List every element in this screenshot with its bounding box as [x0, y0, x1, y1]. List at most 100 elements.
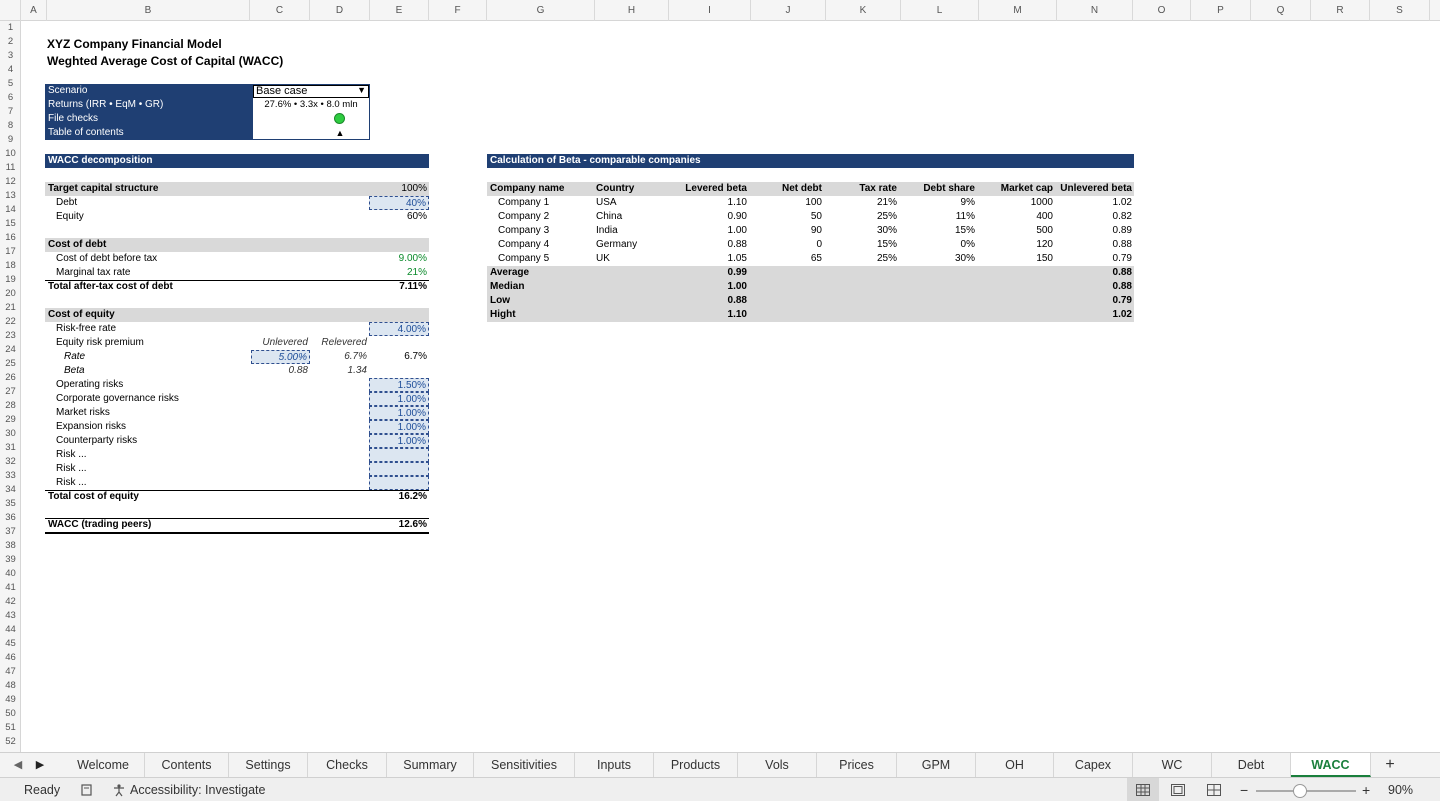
normal-view-icon[interactable] — [1127, 778, 1159, 801]
row-header-37[interactable]: 37 — [0, 525, 20, 539]
risk-input[interactable]: 1.00% — [369, 434, 429, 448]
column-header-d[interactable]: D — [310, 0, 370, 21]
scenario-dropdown[interactable]: Base case ▼ — [253, 85, 369, 98]
risk-input[interactable]: 1.00% — [369, 392, 429, 406]
row-header-40[interactable]: 40 — [0, 567, 20, 581]
row-header-45[interactable]: 45 — [0, 637, 20, 651]
row-header-41[interactable]: 41 — [0, 581, 20, 595]
row-header-6[interactable]: 6 — [0, 91, 20, 105]
zoom-slider-thumb[interactable] — [1293, 784, 1308, 798]
row-header-39[interactable]: 39 — [0, 553, 20, 567]
row-header-36[interactable]: 36 — [0, 511, 20, 525]
row-header-14[interactable]: 14 — [0, 203, 20, 217]
row-header-20[interactable]: 20 — [0, 287, 20, 301]
tab-settings[interactable]: Settings — [229, 753, 308, 777]
tab-debt[interactable]: Debt — [1212, 753, 1291, 777]
column-header-f[interactable]: F — [429, 0, 487, 21]
row-header-10[interactable]: 10 — [0, 147, 20, 161]
tab-checks[interactable]: Checks — [308, 753, 387, 777]
row-header-7[interactable]: 7 — [0, 105, 20, 119]
column-header-i[interactable]: I — [669, 0, 751, 21]
tab-prices[interactable]: Prices — [817, 753, 897, 777]
row-header-43[interactable]: 43 — [0, 609, 20, 623]
row-header-32[interactable]: 32 — [0, 455, 20, 469]
row-header-25[interactable]: 25 — [0, 357, 20, 371]
column-header-n[interactable]: N — [1057, 0, 1133, 21]
row-header-1[interactable]: 1 — [0, 21, 20, 35]
tab-capex[interactable]: Capex — [1054, 753, 1133, 777]
row-header-44[interactable]: 44 — [0, 623, 20, 637]
row-header-17[interactable]: 17 — [0, 245, 20, 259]
row-header-42[interactable]: 42 — [0, 595, 20, 609]
add-sheet-button[interactable]: + — [1380, 753, 1400, 777]
tab-contents[interactable]: Contents — [145, 753, 229, 777]
tab-oh[interactable]: OH — [976, 753, 1054, 777]
risk-input[interactable]: 1.00% — [369, 420, 429, 434]
row-header-29[interactable]: 29 — [0, 413, 20, 427]
row-header-51[interactable]: 51 — [0, 721, 20, 735]
select-all-corner[interactable] — [0, 0, 21, 21]
column-header-p[interactable]: P — [1191, 0, 1251, 21]
row-header-30[interactable]: 30 — [0, 427, 20, 441]
row-header-38[interactable]: 38 — [0, 539, 20, 553]
column-header-b[interactable]: B — [47, 0, 250, 21]
column-header-h[interactable]: H — [595, 0, 669, 21]
row-header-27[interactable]: 27 — [0, 385, 20, 399]
row-header-47[interactable]: 47 — [0, 665, 20, 679]
row-header-28[interactable]: 28 — [0, 399, 20, 413]
row-header-50[interactable]: 50 — [0, 707, 20, 721]
row-header-16[interactable]: 16 — [0, 231, 20, 245]
column-header-m[interactable]: M — [979, 0, 1057, 21]
row-header-26[interactable]: 26 — [0, 371, 20, 385]
zoom-in-icon[interactable]: + — [1362, 778, 1370, 801]
row-header-48[interactable]: 48 — [0, 679, 20, 693]
column-header-r[interactable]: R — [1311, 0, 1370, 21]
tab-wacc[interactable]: WACC — [1291, 753, 1371, 777]
macro-record-icon[interactable] — [80, 778, 94, 801]
column-header-c[interactable]: C — [250, 0, 310, 21]
tab-wc[interactable]: WC — [1133, 753, 1212, 777]
row-header-19[interactable]: 19 — [0, 273, 20, 287]
row-header-34[interactable]: 34 — [0, 483, 20, 497]
tab-inputs[interactable]: Inputs — [575, 753, 654, 777]
row-header-9[interactable]: 9 — [0, 133, 20, 147]
row-header-5[interactable]: 5 — [0, 77, 20, 91]
page-layout-icon[interactable] — [1171, 778, 1185, 801]
column-header-q[interactable]: Q — [1251, 0, 1311, 21]
row-header-18[interactable]: 18 — [0, 259, 20, 273]
column-header-e[interactable]: E — [370, 0, 429, 21]
zoom-level[interactable]: 90% — [1388, 778, 1413, 801]
column-header-k[interactable]: K — [826, 0, 901, 21]
rf-input[interactable]: 4.00% — [369, 322, 429, 336]
tab-sensitivities[interactable]: Sensitivities — [474, 753, 575, 777]
tab-scroll-right-icon[interactable]: ▶ — [30, 753, 50, 777]
row-header-46[interactable]: 46 — [0, 651, 20, 665]
tab-products[interactable]: Products — [654, 753, 738, 777]
row-header-15[interactable]: 15 — [0, 217, 20, 231]
row-header-33[interactable]: 33 — [0, 469, 20, 483]
row-header-24[interactable]: 24 — [0, 343, 20, 357]
page-break-icon[interactable] — [1207, 778, 1221, 801]
row-header-2[interactable]: 2 — [0, 35, 20, 49]
chevron-down-icon[interactable]: ▼ — [357, 85, 366, 95]
risk-input[interactable]: 1.50% — [369, 378, 429, 392]
risk-input[interactable] — [369, 476, 429, 490]
tab-vols[interactable]: Vols — [738, 753, 817, 777]
column-header-a[interactable]: A — [21, 0, 47, 21]
row-header-23[interactable]: 23 — [0, 329, 20, 343]
tab-gpm[interactable]: GPM — [897, 753, 976, 777]
column-header-l[interactable]: L — [901, 0, 979, 21]
tab-scroll-left-icon[interactable]: ◀ — [8, 753, 28, 777]
tab-summary[interactable]: Summary — [387, 753, 474, 777]
zoom-out-icon[interactable]: − — [1240, 778, 1248, 801]
accessibility-status[interactable]: Accessibility: Investigate — [130, 778, 265, 801]
worksheet-grid[interactable]: XYZ Company Financial Model Weghted Aver… — [21, 21, 1440, 752]
row-header-4[interactable]: 4 — [0, 63, 20, 77]
row-header-49[interactable]: 49 — [0, 693, 20, 707]
risk-input[interactable] — [369, 462, 429, 476]
column-header-o[interactable]: O — [1133, 0, 1191, 21]
column-header-g[interactable]: G — [487, 0, 595, 21]
row-header-3[interactable]: 3 — [0, 49, 20, 63]
row-header-11[interactable]: 11 — [0, 161, 20, 175]
rate-unlevered-input[interactable]: 5.00% — [251, 350, 310, 364]
